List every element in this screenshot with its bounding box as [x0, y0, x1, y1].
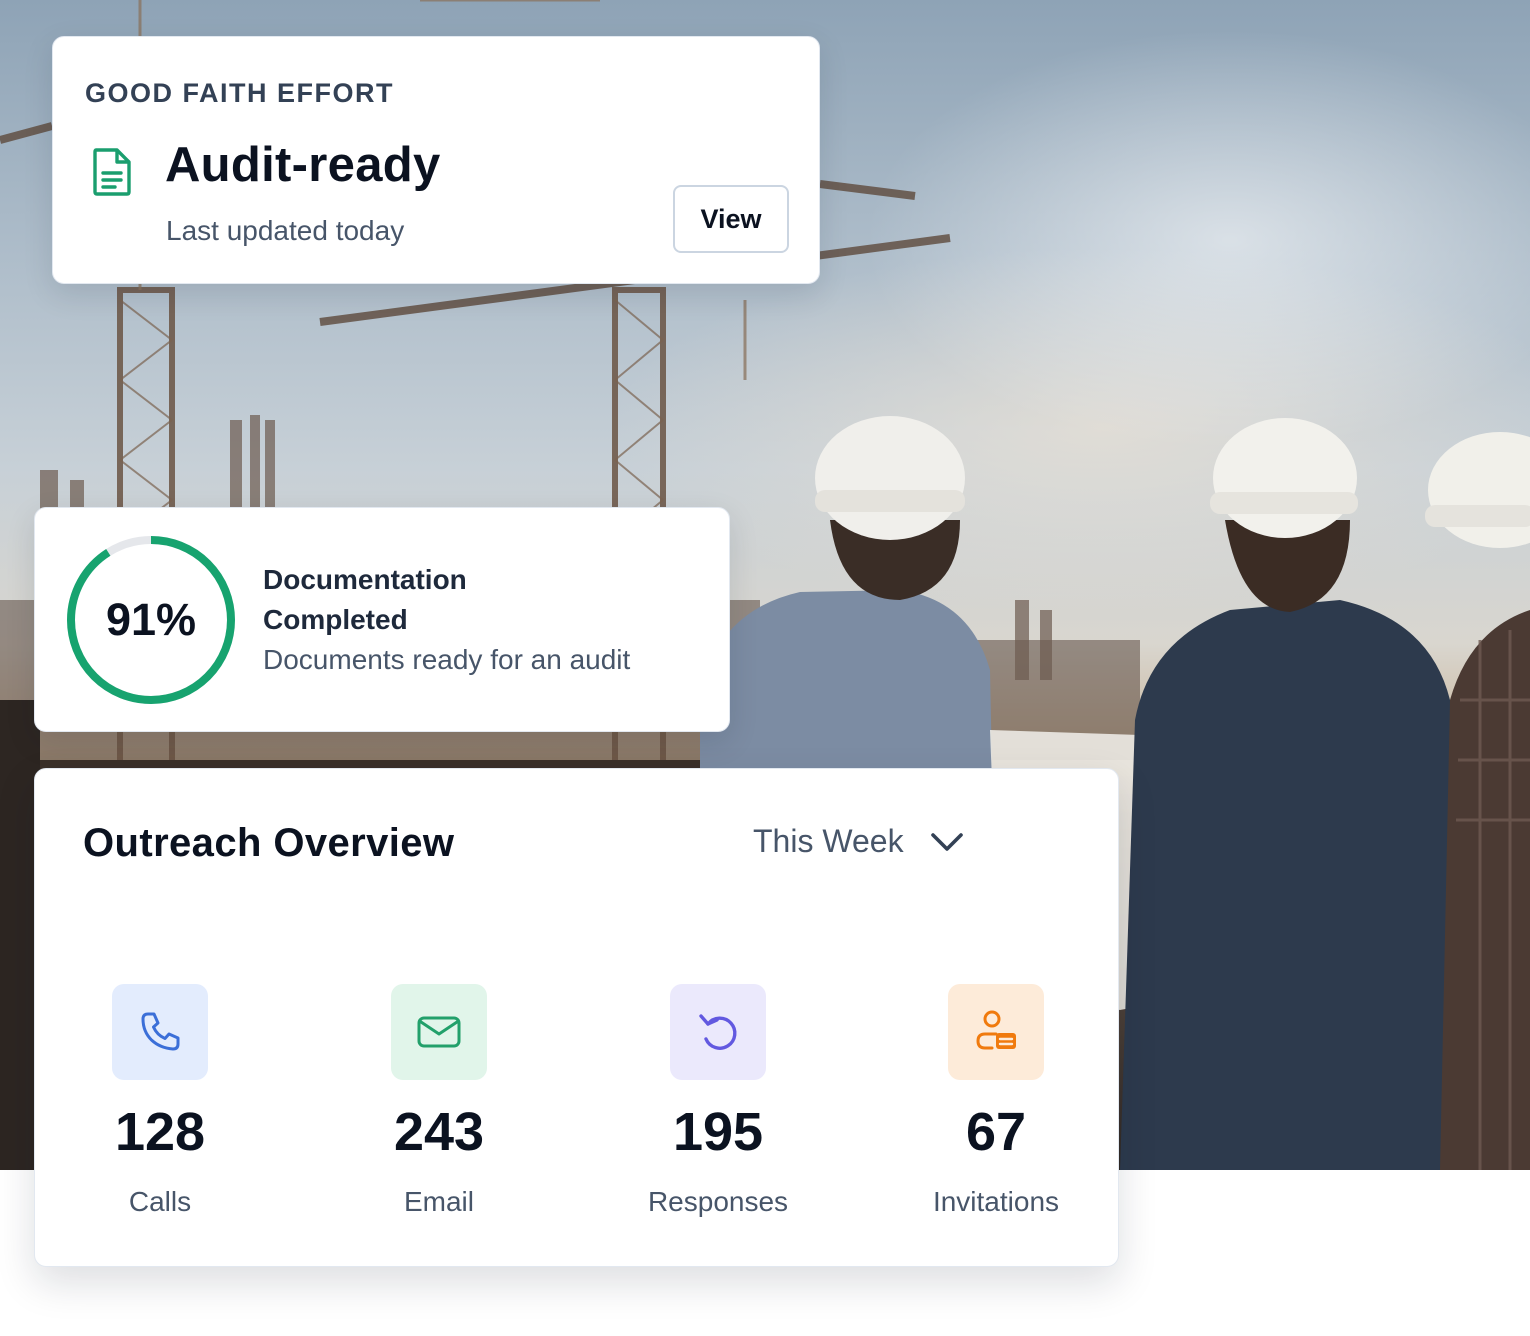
invitations-count: 67	[965, 1102, 1027, 1162]
stat-calls: 128 Calls	[60, 984, 260, 1218]
period-selected-value: This Week	[753, 823, 904, 859]
calls-tile	[112, 984, 208, 1080]
phone-icon	[141, 1012, 180, 1051]
invitations-tile	[948, 984, 1044, 1080]
mail-icon	[417, 1016, 461, 1048]
view-button[interactable]: View	[673, 185, 789, 253]
email-label: Email	[403, 1186, 474, 1217]
period-dropdown[interactable]: This Week	[753, 823, 964, 860]
responses-count: 195	[672, 1102, 764, 1162]
card-eyebrow: GOOD FAITH EFFORT	[85, 78, 394, 108]
documentation-description: Documents ready for an audit	[263, 644, 631, 675]
progress-percent: 91%	[105, 594, 197, 645]
document-icon	[93, 148, 131, 196]
invitations-label: Invitations	[932, 1186, 1060, 1217]
calls-count: 128	[114, 1102, 206, 1162]
responses-tile	[670, 984, 766, 1080]
documentation-heading: Documentation Completed	[263, 564, 467, 635]
email-count: 243	[393, 1102, 485, 1162]
documentation-progress-card: 91% Documentation Completed Documents re…	[34, 507, 730, 732]
chevron-down-icon	[930, 832, 963, 851]
email-tile	[391, 984, 487, 1080]
invite-icon	[976, 1010, 1016, 1050]
outreach-overview-card: Outreach Overview This Week 128 Calls 24…	[34, 768, 1119, 1267]
last-updated-text: Last updated today	[166, 215, 405, 246]
good-faith-effort-card: GOOD FAITH EFFORT Audit-ready Last updat…	[52, 36, 820, 284]
responses-label: Responses	[647, 1186, 789, 1217]
outreach-title: Outreach Overview	[83, 821, 455, 865]
reply-icon	[699, 1014, 737, 1050]
stat-email: 243 Email	[339, 984, 539, 1218]
calls-label: Calls	[128, 1186, 192, 1217]
audit-status-title: Audit-ready	[165, 138, 441, 192]
stat-responses: 195 Responses	[618, 984, 818, 1218]
stat-invitations: 67 Invitations	[896, 984, 1096, 1218]
